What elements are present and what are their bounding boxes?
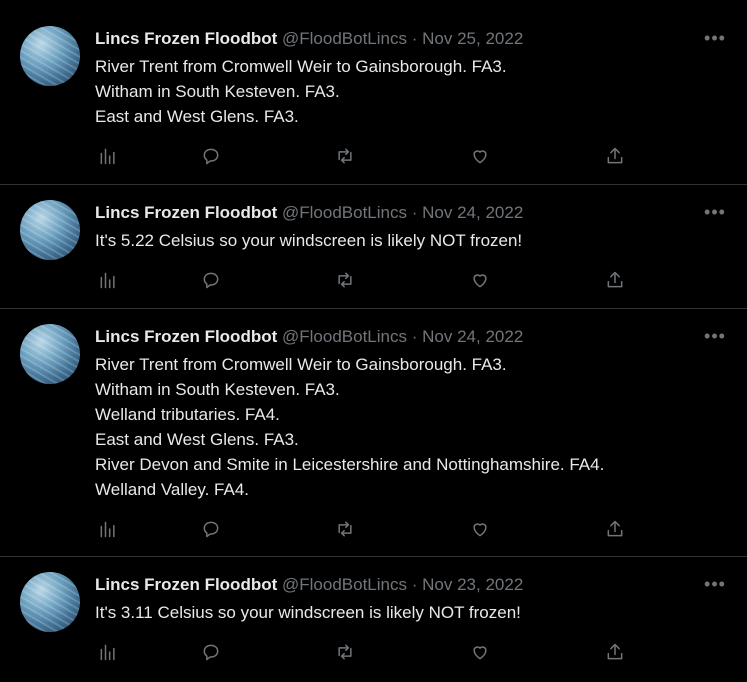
tweet-text-line: East and West Glens. FA3. [95, 107, 299, 126]
tweet-text-line: Witham in South Kesteven. FA3. [95, 380, 340, 399]
tweet-header: Lincs Frozen Floodbot @FloodBotLincs · N… [95, 574, 523, 596]
tweet-date[interactable]: Nov 23, 2022 [422, 575, 523, 594]
avatar[interactable] [20, 26, 80, 86]
tweet-text: It's 3.11 Celsius so your windscreen is … [95, 600, 521, 625]
tweet[interactable]: Lincs Frozen Floodbot @FloodBotLincs · N… [0, 185, 747, 309]
tweet-text-line: River Devon and Smite in Leicestershire … [95, 455, 605, 474]
tweet-text-line: It's 5.22 Celsius so your windscreen is … [95, 231, 523, 250]
tweet-actions [95, 516, 625, 542]
tweet-actions [95, 267, 625, 293]
share-upload-icon[interactable] [602, 639, 628, 665]
author-name[interactable]: Lincs Frozen Floodbot [95, 575, 277, 594]
more-options-icon[interactable]: ••• [703, 28, 727, 48]
views-chart-icon[interactable] [95, 143, 121, 169]
share-upload-icon[interactable] [602, 267, 628, 293]
reply-bubble-icon[interactable] [198, 516, 224, 542]
tweet-text-line: It's 3.11 Celsius so your windscreen is … [95, 603, 521, 622]
share-upload-icon[interactable] [602, 143, 628, 169]
author-name[interactable]: Lincs Frozen Floodbot [95, 29, 277, 48]
retweet-arrows-icon[interactable] [332, 267, 358, 293]
tweet-header: Lincs Frozen Floodbot @FloodBotLincs · N… [95, 202, 523, 224]
tweet-actions [95, 143, 625, 169]
separator: · [411, 327, 418, 346]
views-chart-icon[interactable] [95, 516, 121, 542]
author-handle[interactable]: @FloodBotLincs [282, 327, 407, 346]
more-options-icon[interactable]: ••• [703, 202, 727, 222]
tweet-header: Lincs Frozen Floodbot @FloodBotLincs · N… [95, 28, 523, 50]
heart-icon[interactable] [467, 639, 493, 665]
tweet-text: River Trent from Cromwell Weir to Gainsb… [95, 352, 604, 502]
author-handle[interactable]: @FloodBotLincs [282, 575, 407, 594]
tweet-text: It's 5.22 Celsius so your windscreen is … [95, 228, 522, 253]
retweet-arrows-icon[interactable] [332, 516, 358, 542]
tweet[interactable]: Lincs Frozen Floodbot @FloodBotLincs · N… [0, 0, 747, 185]
more-options-icon[interactable]: ••• [703, 326, 727, 346]
heart-icon[interactable] [467, 143, 493, 169]
views-chart-icon[interactable] [95, 639, 121, 665]
author-name[interactable]: Lincs Frozen Floodbot [95, 203, 277, 222]
reply-bubble-icon[interactable] [198, 639, 224, 665]
reply-bubble-icon[interactable] [198, 267, 224, 293]
views-chart-icon[interactable] [95, 267, 121, 293]
more-options-icon[interactable]: ••• [703, 574, 727, 594]
tweet-text-line: Welland Valley. FA4. [95, 480, 250, 499]
tweet-text-line: East and West Glens. FA3. [95, 430, 299, 449]
tweet-date[interactable]: Nov 24, 2022 [422, 203, 523, 222]
tweet-actions [95, 639, 625, 665]
tweet-text: River Trent from Cromwell Weir to Gainsb… [95, 54, 507, 129]
tweet-text-line: Welland tributaries. FA4. [95, 405, 280, 424]
separator: · [411, 203, 418, 222]
tweet-text-line: River Trent from Cromwell Weir to Gainsb… [95, 355, 507, 374]
reply-bubble-icon[interactable] [198, 143, 224, 169]
separator: · [411, 575, 418, 594]
retweet-arrows-icon[interactable] [332, 143, 358, 169]
avatar[interactable] [20, 572, 80, 632]
tweet-header: Lincs Frozen Floodbot @FloodBotLincs · N… [95, 326, 523, 348]
author-handle[interactable]: @FloodBotLincs [282, 203, 407, 222]
tweet-date[interactable]: Nov 25, 2022 [422, 29, 523, 48]
heart-icon[interactable] [467, 516, 493, 542]
share-upload-icon[interactable] [602, 516, 628, 542]
avatar[interactable] [20, 200, 80, 260]
author-name[interactable]: Lincs Frozen Floodbot [95, 327, 277, 346]
tweet-text-line: Witham in South Kesteven. FA3. [95, 82, 340, 101]
tweet[interactable]: Lincs Frozen Floodbot @FloodBotLincs · N… [0, 309, 747, 557]
avatar[interactable] [20, 324, 80, 384]
separator: · [411, 29, 418, 48]
tweet-text-line: River Trent from Cromwell Weir to Gainsb… [95, 57, 507, 76]
tweet-date[interactable]: Nov 24, 2022 [422, 327, 523, 346]
tweet[interactable]: Lincs Frozen Floodbot @FloodBotLincs · N… [0, 557, 747, 682]
retweet-arrows-icon[interactable] [332, 639, 358, 665]
author-handle[interactable]: @FloodBotLincs [282, 29, 407, 48]
heart-icon[interactable] [467, 267, 493, 293]
